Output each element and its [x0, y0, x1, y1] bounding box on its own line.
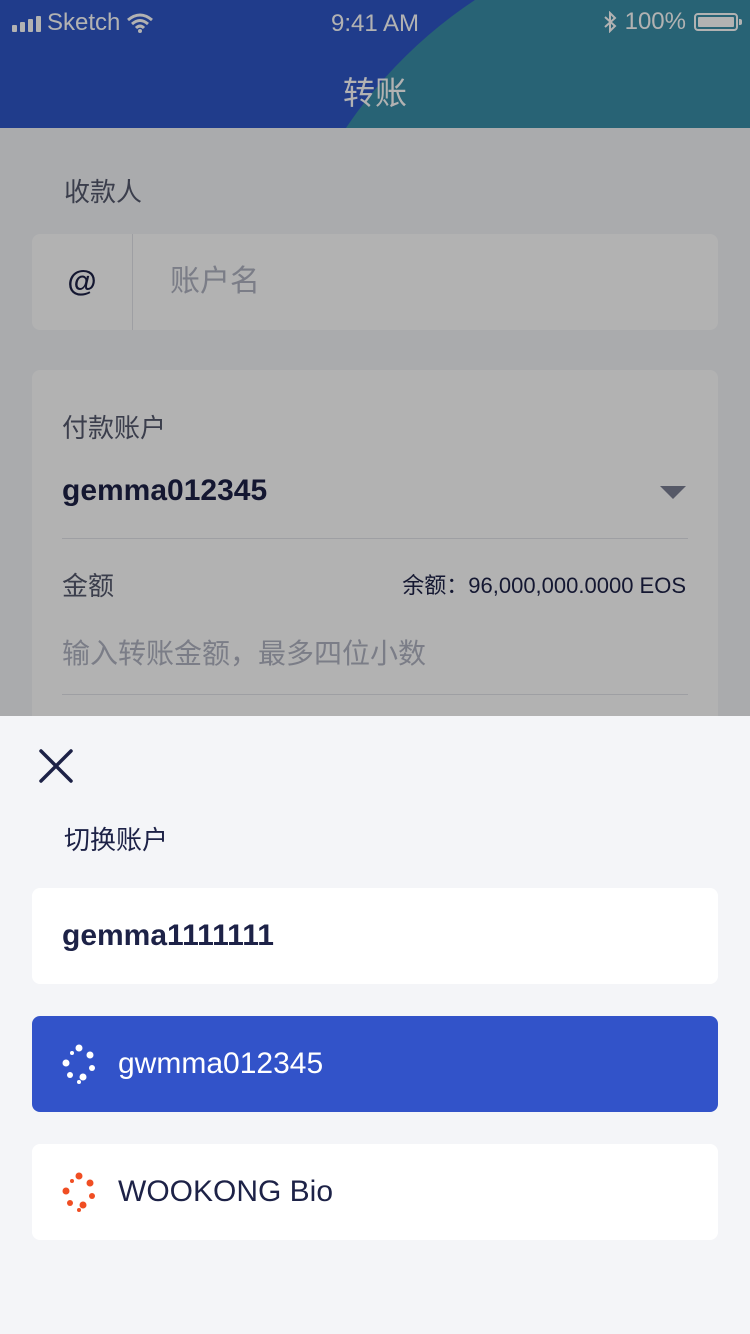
- sheet-title: 切换账户: [64, 825, 169, 855]
- switch-account-sheet: 切换账户 gemma1111111 gwmma012345 WOOKONG Bi…: [0, 716, 750, 1334]
- account-name: gemma1111111: [62, 919, 274, 952]
- account-name: WOOKONG Bio: [118, 1175, 334, 1208]
- account-option[interactable]: WOOKONG Bio: [32, 1144, 718, 1240]
- close-icon[interactable]: [36, 746, 76, 786]
- modal-backdrop[interactable]: [0, 0, 750, 716]
- wookong-logo-icon: [62, 1044, 95, 1084]
- account-name: gwmma012345: [118, 1047, 324, 1080]
- wookong-bio-logo-icon: [62, 1172, 95, 1212]
- account-option[interactable]: gemma1111111: [32, 888, 718, 984]
- account-option-selected[interactable]: gwmma012345: [32, 1016, 718, 1112]
